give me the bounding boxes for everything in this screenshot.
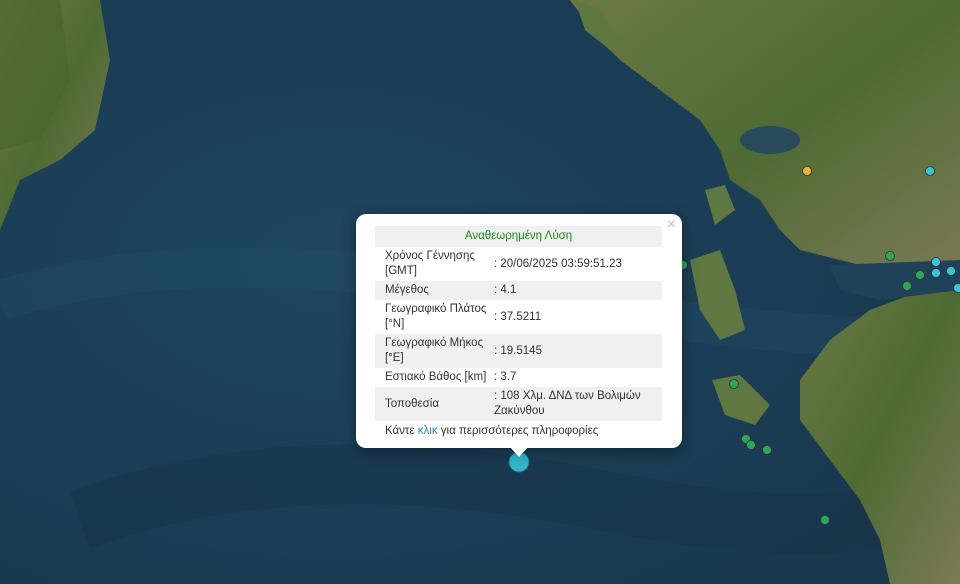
earthquake-marker-green[interactable] (729, 379, 739, 389)
popup-heading-row: Αναθεωρημένη Λύση (375, 226, 662, 247)
popup-heading: Αναθεωρημένη Λύση (375, 226, 662, 247)
info-value: : 20/06/2025 03:59:51.23 (494, 257, 622, 270)
info-row: Μέγεθος : 4.1 (375, 281, 662, 300)
earthquake-marker-green[interactable] (762, 445, 772, 455)
earthquake-info-popup: × Αναθεωρημένη Λύση Χρόνος Γέννησης [GMT… (356, 214, 682, 457)
info-value: : 4.1 (490, 281, 662, 300)
more-info-text: Κάντε κλικ για περισσότερες πληροφορίες (375, 421, 663, 437)
close-icon[interactable]: × (667, 217, 676, 233)
more-info-link[interactable]: κλικ (418, 425, 438, 437)
info-value: : 19.5145 (490, 334, 662, 368)
earthquake-marker-green[interactable] (885, 251, 895, 261)
info-table: Αναθεωρημένη Λύση Χρόνος Γέννησης [GMT] … (375, 226, 662, 421)
more-info-prefix: Κάντε (385, 425, 418, 437)
info-row: Γεωγραφικό Μήκος [°E] : 19.5145 (375, 334, 662, 368)
earthquake-marker-green[interactable] (820, 515, 830, 525)
lake (740, 126, 800, 154)
info-label: Χρόνος Γέννησης [GMT] (385, 250, 475, 277)
info-row: Γεωγραφικό Πλάτος [°N] : 37.5211 (375, 300, 662, 334)
info-value: : 3.7 (494, 371, 517, 383)
info-row: Εστιακό Βάθος [km] : 3.7 (375, 368, 662, 387)
earthquake-marker-green[interactable] (746, 440, 756, 450)
info-label: Μέγεθος (375, 281, 490, 300)
earthquake-marker-cyan[interactable] (946, 266, 956, 276)
earthquake-marker-cyan[interactable] (931, 268, 941, 278)
info-label: Εστιακό Βάθος [km] (385, 371, 487, 383)
info-value: : 108 Χλμ. ΔΝΔ των Βολιμών Ζακύνθου (490, 387, 662, 421)
earthquake-marker-cyan[interactable] (931, 257, 941, 267)
earthquake-marker-yellow[interactable] (802, 166, 812, 176)
info-row: Χρόνος Γέννησης [GMT] : 20/06/2025 03:59… (375, 247, 662, 281)
info-row: Τοποθεσία : 108 Χλμ. ΔΝΔ των Βολιμών Ζακ… (375, 387, 662, 421)
info-label: Γεωγραφικό Πλάτος [°N] (385, 303, 487, 330)
info-value: : 37.5211 (494, 310, 542, 323)
earthquake-marker-green[interactable] (915, 270, 925, 280)
info-label: Γεωγραφικό Μήκος [°E] (375, 334, 490, 368)
earthquake-marker-green[interactable] (902, 281, 912, 291)
earthquake-marker-cyan[interactable] (953, 283, 960, 293)
more-info-suffix: για περισσότερες πληροφορίες (437, 425, 599, 437)
info-label: Τοποθεσία (375, 387, 490, 421)
earthquake-marker-cyan[interactable] (925, 166, 935, 176)
